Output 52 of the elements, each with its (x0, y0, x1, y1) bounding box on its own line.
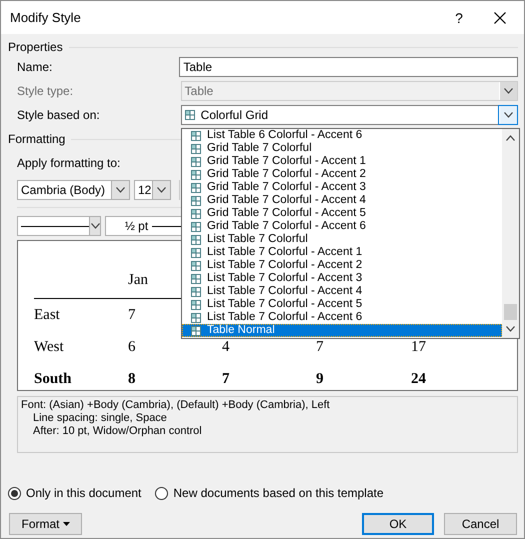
table-cell: 6 (128, 338, 136, 356)
table-cell: 17 (411, 338, 426, 356)
table-cell: 9 (316, 370, 324, 388)
combo-value: Cambria (Body) (21, 183, 106, 197)
list-item[interactable]: List Table 7 Colorful - Accent 1 (182, 246, 502, 259)
list-item[interactable]: Grid Table 7 Colorful (182, 142, 502, 155)
combo-value: Colorful Grid (200, 108, 268, 122)
list-item[interactable]: List Table 7 Colorful - Accent 3 (182, 272, 502, 285)
description-text: Line spacing: single, Space (32, 412, 168, 425)
list-item[interactable]: List Table 7 Colorful (182, 233, 502, 246)
field-label: Name: (17, 60, 54, 74)
list-item[interactable]: List Table 7 Colorful - Accent 2 (182, 259, 502, 272)
list-item[interactable]: Grid Table 7 Colorful - Accent 1 (182, 155, 502, 168)
table-cell: 7 (222, 370, 230, 388)
combo-value: 12 (138, 183, 152, 197)
description-text: After: 10 pt, Widow/Orphan control (32, 425, 203, 438)
field-label: Apply formatting to: (17, 156, 120, 170)
list-item[interactable]: List Table 6 Colorful - Accent 6 (182, 129, 502, 142)
dropdown-field[interactable]: Colorful Grid (180, 105, 518, 125)
font-dropdown[interactable]: Cambria (Body) (17, 180, 130, 200)
help-button[interactable]: ? (449, 10, 469, 26)
list-item[interactable]: Grid Table 7 Colorful - Accent 2 (182, 168, 502, 181)
row-header: South (34, 370, 72, 388)
section-heading: Properties (8, 40, 63, 54)
radio-option[interactable]: New documents based on this template (155, 486, 384, 500)
list-item[interactable]: Grid Table 7 Colorful - Accent 3 (182, 181, 502, 194)
row-header: West (34, 338, 64, 356)
table-cell: 7 (128, 306, 136, 324)
list-item[interactable]: Grid Table 7 Colorful - Accent 4 (182, 194, 502, 207)
ok-button[interactable]: OK (362, 513, 434, 535)
row-header: East (34, 306, 60, 324)
description-text: Font: (Asian) +Body (Cambria), (Default) +Body (Cambria), Left (21, 399, 331, 412)
list-item[interactable]: List Table 7 Colorful - Accent 5 (182, 298, 502, 311)
table-cell: 4 (222, 338, 230, 356)
list-item[interactable]: Table Normal (182, 324, 502, 337)
size-dropdown[interactable]: 12 (134, 180, 171, 200)
field-label: Style type: (17, 84, 74, 98)
name-field[interactable]: Table (179, 57, 518, 77)
combo-value: ½ pt (124, 219, 148, 233)
list-item[interactable]: List Table 7 Colorful - Accent 4 (182, 285, 502, 298)
format-menu-button[interactable]: Format (9, 513, 82, 535)
radio-option[interactable]: Only in this document (8, 486, 142, 500)
table-cell: 7 (316, 338, 324, 356)
window-title: Modify Style (10, 10, 82, 25)
column-header: Jan (128, 272, 148, 288)
section-heading: Formatting (8, 132, 66, 146)
combo-value: Table (184, 84, 214, 98)
table-cell: 24 (411, 370, 426, 388)
field-label: Style based on: (17, 108, 101, 122)
list-item[interactable]: List Table 7 Colorful - Accent 6 (182, 311, 502, 324)
table-cell: 8 (128, 370, 136, 388)
cancel-button[interactable]: Cancel (444, 513, 517, 535)
